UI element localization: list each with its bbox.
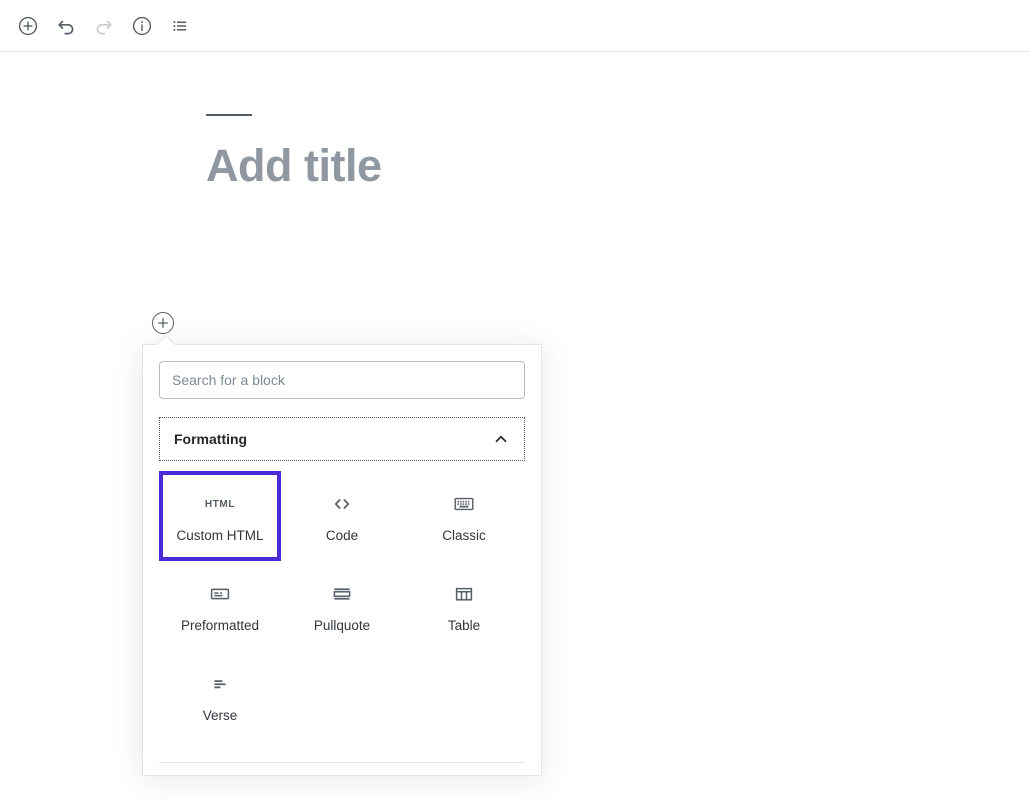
redo-icon — [92, 14, 116, 38]
undo-button[interactable] — [48, 8, 84, 44]
table-icon — [452, 579, 476, 609]
code-brackets-icon — [330, 489, 354, 519]
block-inserter-popover: Formatting HTML Custom HTML — [142, 344, 542, 776]
pullquote-icon — [330, 579, 354, 609]
block-item-custom-html[interactable]: HTML Custom HTML — [159, 471, 281, 561]
block-navigation-button[interactable] — [162, 8, 198, 44]
block-label: Preformatted — [180, 618, 260, 634]
block-item-code[interactable]: Code — [281, 471, 403, 561]
content-info-button[interactable] — [124, 8, 160, 44]
block-type-grid: HTML Custom HTML Code Classic Preformatt… — [159, 471, 525, 741]
block-item-verse[interactable]: Verse — [159, 651, 281, 741]
popover-arrow — [155, 334, 177, 345]
block-item-classic[interactable]: Classic — [403, 471, 525, 561]
add-block-button[interactable] — [10, 8, 46, 44]
post-title-placeholder[interactable]: Add title — [206, 142, 1030, 190]
block-item-table[interactable]: Table — [403, 561, 525, 651]
inserter-footer-divider — [159, 762, 525, 763]
editor-body: Add title Formatting — [0, 52, 1030, 776]
block-label: Code — [325, 528, 359, 544]
undo-icon — [54, 14, 78, 38]
title-rule — [206, 114, 252, 116]
block-search-input[interactable] — [159, 361, 525, 399]
plus-icon — [156, 316, 170, 330]
list-view-icon — [168, 14, 192, 38]
panel-title: Formatting — [174, 431, 248, 447]
post-title-area: Add title — [0, 52, 1030, 189]
verse-lines-icon — [208, 669, 232, 699]
block-label: Pullquote — [313, 618, 371, 634]
html-badge-icon: HTML — [204, 498, 236, 510]
block-item-pullquote[interactable]: Pullquote — [281, 561, 403, 651]
block-inserter-content: Formatting HTML Custom HTML — [143, 345, 541, 741]
panel-header-formatting[interactable]: Formatting — [159, 417, 525, 461]
editor-header — [0, 0, 1030, 52]
block-label: Verse — [202, 708, 238, 724]
preformatted-icon — [208, 579, 232, 609]
keyboard-icon — [452, 489, 476, 519]
plus-circle-icon — [16, 14, 40, 38]
block-label: Custom HTML — [176, 528, 264, 544]
block-label: Table — [447, 618, 481, 634]
info-circle-icon — [130, 14, 154, 38]
redo-button[interactable] — [86, 8, 122, 44]
chevron-up-icon — [492, 430, 510, 448]
block-item-preformatted[interactable]: Preformatted — [159, 561, 281, 651]
block-inserter-toggle[interactable] — [152, 312, 174, 334]
block-label: Classic — [442, 528, 486, 544]
